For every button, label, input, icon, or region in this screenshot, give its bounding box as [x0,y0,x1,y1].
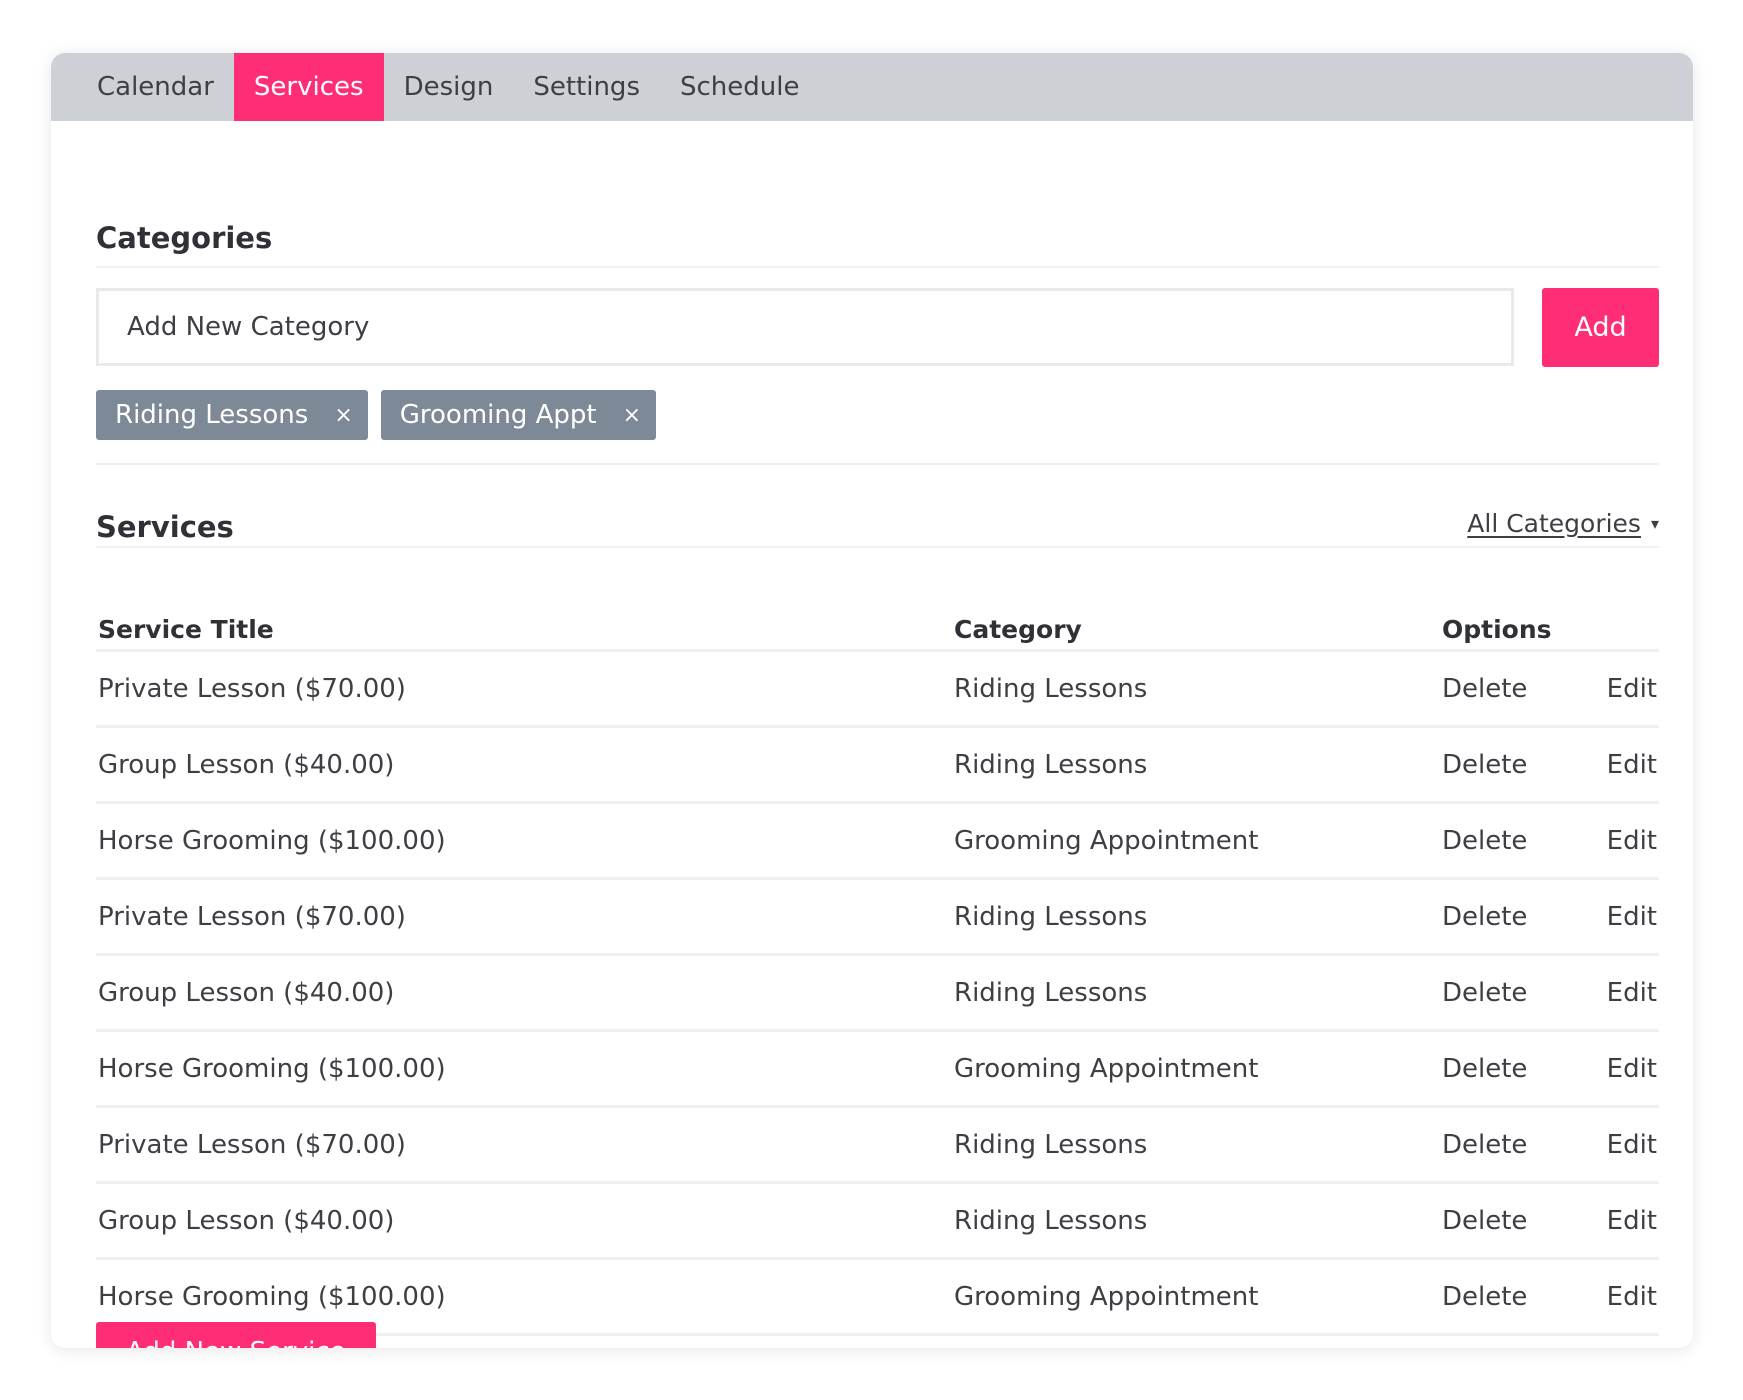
remove-chip-icon[interactable]: × [623,403,641,428]
table-row: Horse Grooming ($100.00) Grooming Appoin… [96,1032,1659,1108]
service-title: Group Lesson ($40.00) [98,1205,395,1236]
edit-link[interactable]: Edit [1607,1130,1657,1160]
table-row: Group Lesson ($40.00) Riding Lessons Del… [96,956,1659,1032]
table-row: Horse Grooming ($100.00) Grooming Appoin… [96,804,1659,880]
divider [96,266,1659,268]
table-row: Private Lesson ($70.00) Riding Lessons D… [96,880,1659,956]
category-chip: Riding Lessons × [96,390,368,440]
edit-link[interactable]: Edit [1607,674,1657,704]
delete-link[interactable]: Delete [1442,1206,1527,1236]
service-category: Riding Lessons [954,901,1148,932]
delete-link[interactable]: Delete [1442,1282,1527,1312]
remove-chip-icon[interactable]: × [334,403,352,428]
tab-design[interactable]: Design [384,53,514,121]
service-title: Group Lesson ($40.00) [98,749,395,780]
service-category: Riding Lessons [954,749,1148,780]
service-title: Private Lesson ($70.00) [98,901,406,932]
service-title: Group Lesson ($40.00) [98,977,395,1008]
delete-link[interactable]: Delete [1442,674,1527,704]
services-heading: Services [96,510,234,544]
delete-link[interactable]: Delete [1442,902,1527,932]
delete-link[interactable]: Delete [1442,1054,1527,1084]
edit-link[interactable]: Edit [1607,750,1657,780]
caret-down-icon: ▾ [1650,514,1659,533]
category-chips: Riding Lessons × Grooming Appt × [96,390,657,440]
service-category: Grooming Appointment [954,1281,1259,1312]
service-title: Horse Grooming ($100.00) [98,1053,446,1084]
service-category: Grooming Appointment [954,1053,1259,1084]
table-row: Group Lesson ($40.00) Riding Lessons Del… [96,1184,1659,1260]
edit-link[interactable]: Edit [1607,1282,1657,1312]
filter-label: All Categories [1467,509,1641,538]
edit-link[interactable]: Edit [1607,826,1657,856]
table-header: Service Title Category Options [96,591,1659,652]
tab-calendar[interactable]: Calendar [77,53,234,121]
chip-label: Grooming Appt [399,400,597,430]
edit-link[interactable]: Edit [1607,1206,1657,1236]
categories-heading: Categories [96,221,273,255]
service-title: Horse Grooming ($100.00) [98,1281,446,1312]
delete-link[interactable]: Delete [1442,978,1527,1008]
delete-link[interactable]: Delete [1442,1130,1527,1160]
column-header-category: Category [954,615,1082,644]
service-title: Private Lesson ($70.00) [98,1129,406,1160]
services-table: Service Title Category Options Private L… [96,591,1659,1336]
tab-schedule[interactable]: Schedule [660,53,819,121]
service-category: Riding Lessons [954,977,1148,1008]
add-category-button[interactable]: Add [1542,288,1659,367]
divider [96,463,1659,465]
column-header-options: Options [1442,615,1552,644]
service-category: Riding Lessons [954,1129,1148,1160]
chip-label: Riding Lessons [115,400,309,430]
category-chip: Grooming Appt × [380,390,657,440]
service-title: Private Lesson ($70.00) [98,673,406,704]
tab-settings[interactable]: Settings [513,53,660,121]
column-header-title: Service Title [98,615,274,644]
service-category: Grooming Appointment [954,825,1259,856]
service-category: Riding Lessons [954,673,1148,704]
new-category-input[interactable] [96,288,1514,366]
category-filter-dropdown[interactable]: All Categories ▾ [1467,509,1659,538]
divider [96,546,1659,548]
table-row: Private Lesson ($70.00) Riding Lessons D… [96,1108,1659,1184]
service-category: Riding Lessons [954,1205,1148,1236]
delete-link[interactable]: Delete [1442,826,1527,856]
table-row: Private Lesson ($70.00) Riding Lessons D… [96,652,1659,728]
service-title: Horse Grooming ($100.00) [98,825,446,856]
services-panel: Calendar Services Design Settings Schedu… [51,53,1693,1348]
edit-link[interactable]: Edit [1607,902,1657,932]
delete-link[interactable]: Delete [1442,750,1527,780]
tab-bar: Calendar Services Design Settings Schedu… [51,53,1693,121]
add-new-service-button[interactable]: Add New Service [96,1322,376,1348]
table-row: Group Lesson ($40.00) Riding Lessons Del… [96,728,1659,804]
edit-link[interactable]: Edit [1607,978,1657,1008]
edit-link[interactable]: Edit [1607,1054,1657,1084]
tab-services[interactable]: Services [233,53,384,121]
